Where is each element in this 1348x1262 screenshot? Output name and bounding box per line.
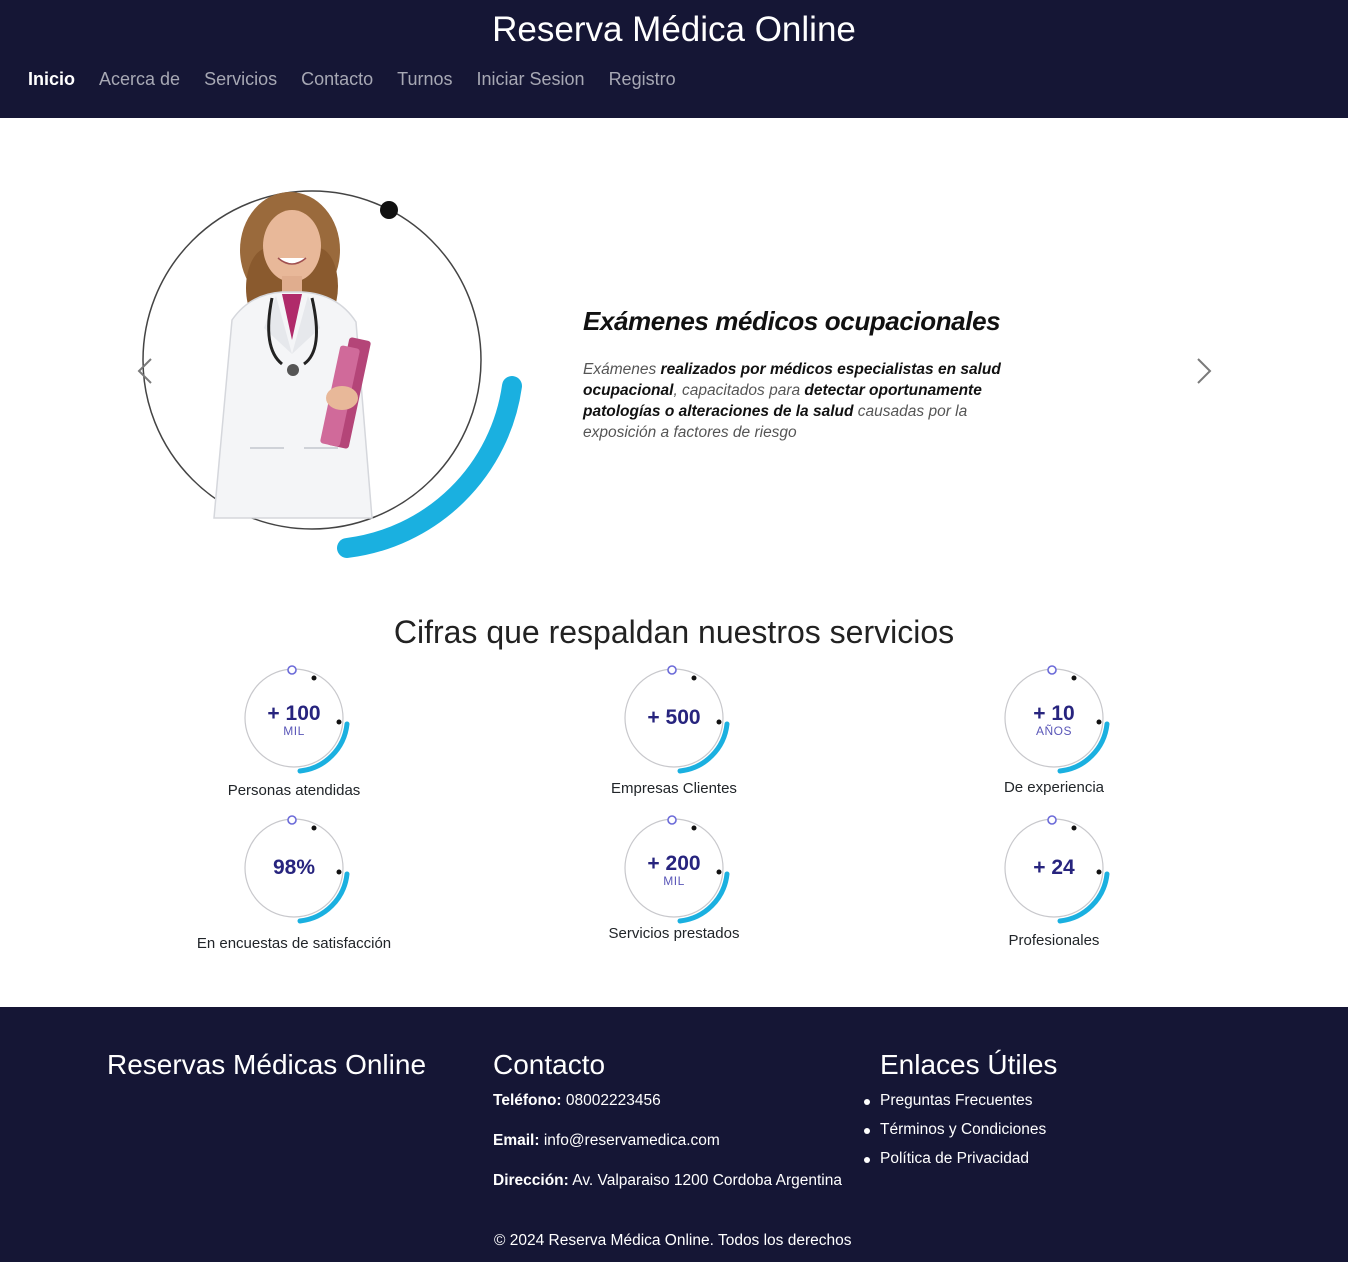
- stat-unit: MIL: [663, 874, 685, 888]
- stat-card-servicios-prestados: + 200 MIL Servicios prestados: [524, 812, 824, 949]
- footer-copyright: © 2024 Reserva Médica Online. Todos los …: [494, 1232, 852, 1249]
- footer-links-list: Preguntas Frecuentes Términos y Condicio…: [863, 1091, 1046, 1178]
- slide-description: Exámenes realizados por médicos especial…: [583, 361, 1001, 441]
- stat-label: De experiencia: [1003, 779, 1105, 796]
- link-politica-privacidad[interactable]: Política de Privacidad: [880, 1150, 1029, 1167]
- list-item: Preguntas Frecuentes: [863, 1091, 1046, 1120]
- stat-card-experiencia: + 10 AÑOS De experiencia: [904, 662, 1204, 803]
- stat-label: En encuestas de satisfacción: [196, 935, 392, 952]
- nav-item-turnos[interactable]: Turnos: [397, 69, 452, 90]
- stat-card-personas-atendidas: + 100 MIL Personas atendidas: [144, 662, 444, 806]
- stat-label: Personas atendidas: [227, 782, 361, 799]
- stat-value: + 10: [1033, 702, 1075, 725]
- nav-item-contacto[interactable]: Contacto: [301, 69, 373, 90]
- chevron-right-icon[interactable]: [1188, 356, 1218, 386]
- footer-brand: Reservas Médicas Online: [107, 1049, 427, 1080]
- stat-label: Empresas Clientes: [611, 780, 737, 797]
- doctor-illustration: [142, 190, 522, 558]
- slide-heading: Exámenes médicos ocupacionales: [583, 306, 1001, 336]
- stat-unit: MIL: [283, 724, 305, 738]
- stat-value: + 200: [647, 852, 701, 875]
- stat-value: + 500: [647, 706, 701, 729]
- stat-card-satisfaccion: 98% En encuestas de satisfacción: [144, 812, 444, 959]
- nav-item-registro[interactable]: Registro: [609, 69, 676, 90]
- nav-item-servicios[interactable]: Servicios: [204, 69, 277, 90]
- link-terminos-condiciones[interactable]: Términos y Condiciones: [880, 1121, 1046, 1138]
- stat-label: Servicios prestados: [608, 925, 740, 942]
- footer-phone: Teléfono: 08002223456: [493, 1092, 661, 1109]
- hero-carousel: Exámenes médicos ocupacionales Exámenes …: [0, 118, 1348, 588]
- stats-section-title: Cifras que respaldan nuestros servicios: [393, 614, 955, 650]
- list-item: Términos y Condiciones: [863, 1120, 1046, 1149]
- link-preguntas-frecuentes[interactable]: Preguntas Frecuentes: [880, 1092, 1033, 1109]
- stat-card-profesionales: + 24 Profesionales: [904, 812, 1204, 956]
- stat-value: 98%: [272, 856, 316, 879]
- stat-value: + 100: [267, 702, 321, 725]
- stat-label: Profesionales: [1008, 932, 1100, 949]
- site-header: Reserva Médica Online Inicio Acerca de S…: [0, 0, 1348, 118]
- stat-card-empresas-clientes: + 500 Empresas Clientes: [524, 662, 824, 804]
- stat-value: + 24: [1033, 856, 1075, 879]
- footer-address: Dirección: Av. Valparaiso 1200 Cordoba A…: [493, 1172, 842, 1189]
- nav-item-acerca-de[interactable]: Acerca de: [99, 69, 180, 90]
- chevron-left-icon[interactable]: [131, 356, 161, 386]
- footer-email: Email: info@reservamedica.com: [493, 1132, 720, 1149]
- footer-links-title: Enlaces Útiles: [880, 1049, 1058, 1080]
- footer-contact-title: Contacto: [493, 1049, 606, 1080]
- stat-unit: AÑOS: [1035, 724, 1072, 738]
- nav-item-inicio[interactable]: Inicio: [28, 69, 75, 90]
- site-footer: Reservas Médicas Online Contacto Teléfon…: [0, 1007, 1348, 1262]
- site-title: Reserva Médica Online: [492, 10, 856, 49]
- nav-item-iniciar-sesion[interactable]: Iniciar Sesion: [477, 69, 585, 90]
- list-item: Política de Privacidad: [863, 1149, 1046, 1178]
- main-nav: Inicio Acerca de Servicios Contacto Turn…: [28, 69, 700, 90]
